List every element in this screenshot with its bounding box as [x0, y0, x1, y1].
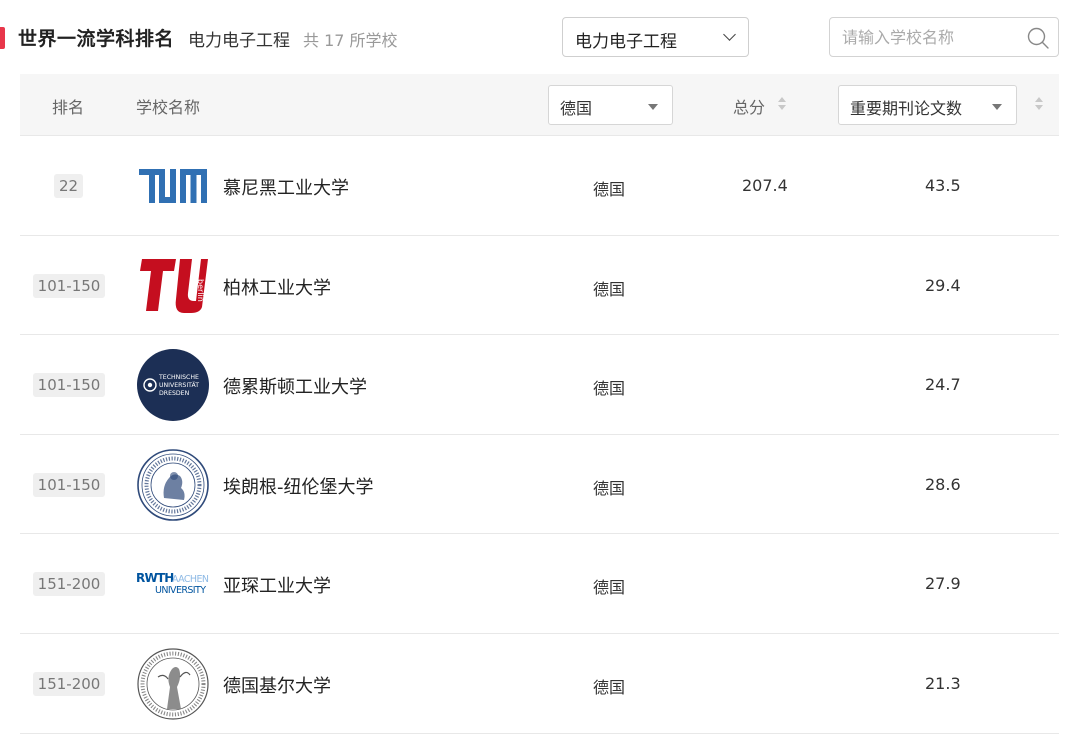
search-box[interactable]	[829, 17, 1059, 57]
fau-seal-logo	[137, 448, 209, 521]
kiel-seal-logo	[137, 648, 209, 720]
table-row[interactable]: 101-150 berlin 柏林工业大学 德国 29.4	[20, 236, 1059, 336]
title-accent-bar	[0, 27, 5, 49]
university-name[interactable]: 德国基尔大学	[223, 672, 331, 698]
table-row[interactable]: 101-150 埃朗根-纽伦堡大学 德国 28.6	[20, 435, 1059, 535]
sort-icon[interactable]	[1034, 97, 1044, 113]
page-title: 世界一流学科排名	[18, 28, 175, 50]
logo-text: berlin	[196, 279, 205, 302]
chevron-down-icon	[723, 28, 736, 41]
rank-badge: 101-150	[33, 373, 105, 398]
sort-icon[interactable]	[777, 97, 787, 113]
column-header-rank: 排名	[52, 98, 85, 117]
tum-logo	[139, 169, 207, 203]
logo-text: UNIVERSITY	[155, 585, 206, 596]
subject-select-value: 电力电子工程	[575, 32, 677, 52]
country-cell: 德国	[593, 379, 626, 399]
page-header: 世界一流学科排名 电力电子工程 共 17 所学校 电力电子工程	[0, 0, 1080, 74]
country-cell: 德国	[593, 478, 626, 498]
caret-down-icon	[648, 104, 658, 110]
search-icon[interactable]	[1026, 26, 1050, 50]
table-row[interactable]: 22 慕尼黑工业大学 德国 207.4 43.5	[20, 136, 1059, 236]
tu-berlin-logo: berlin	[140, 258, 208, 313]
table-row[interactable]: 151-200 RWTH AACHEN UNIVERSITY 亚琛工业大学 德国…	[20, 534, 1059, 634]
search-input[interactable]	[842, 26, 1022, 48]
university-name[interactable]: 德累斯顿工业大学	[223, 373, 367, 399]
university-name[interactable]: 柏林工业大学	[223, 274, 331, 300]
rank-badge: 151-200	[33, 671, 105, 696]
metric-score-cell: 28.6	[925, 474, 961, 494]
table-row[interactable]: 101-150 TECHNISCHE UNIVERSITÄT DRESDEN 德…	[20, 335, 1059, 435]
column-header-name: 学校名称	[136, 98, 201, 117]
metric-score-cell: 29.4	[925, 275, 961, 295]
rank-badge: 151-200	[33, 572, 105, 597]
country-cell: 德国	[593, 677, 626, 697]
tu-dresden-logo: TECHNISCHE UNIVERSITÄT DRESDEN	[137, 349, 209, 422]
subject-name: 电力电子工程	[188, 31, 290, 51]
logo-text: UNIVERSITÄT	[159, 380, 199, 389]
ranking-table-body: 22 慕尼黑工业大学 德国 207.4 43.5 101-150 berlin …	[20, 136, 1059, 734]
rank-badge: 101-150	[33, 472, 105, 497]
school-count: 共 17 所学校	[303, 31, 398, 50]
metric-score-cell: 24.7	[925, 375, 961, 395]
logo-text: AACHEN	[172, 574, 209, 585]
subject-select[interactable]: 电力电子工程	[562, 17, 749, 57]
country-cell: 德国	[593, 279, 626, 299]
country-cell: 德国	[593, 180, 626, 199]
table-header: 排名 学校名称 德国 总分 重要期刊论文数	[20, 74, 1059, 136]
metric-filter-select[interactable]: 重要期刊论文数	[838, 85, 1017, 125]
sort-down-icon	[778, 105, 786, 110]
country-filter-value: 德国	[560, 99, 593, 118]
university-name[interactable]: 埃朗根-纽伦堡大学	[223, 473, 374, 499]
total-score-cell: 207.4	[742, 176, 788, 195]
country-cell: 德国	[593, 578, 626, 598]
sort-up-icon	[778, 97, 786, 102]
metric-score-cell: 27.9	[925, 574, 961, 594]
logo-text: DRESDEN	[159, 390, 190, 397]
logo-text: TECHNISCHE	[158, 374, 199, 381]
university-name[interactable]: 亚琛工业大学	[223, 572, 331, 598]
sort-down-icon	[1035, 105, 1043, 110]
metric-score-cell: 21.3	[925, 673, 961, 693]
country-filter-select[interactable]: 德国	[548, 85, 673, 125]
logo-text: RWTH	[136, 571, 174, 585]
sort-up-icon	[1035, 97, 1043, 102]
university-name[interactable]: 慕尼黑工业大学	[223, 174, 349, 200]
column-header-total[interactable]: 总分	[733, 94, 765, 118]
metric-score-cell: 43.5	[925, 176, 961, 195]
metric-filter-value: 重要期刊论文数	[850, 99, 963, 118]
caret-down-icon	[992, 104, 1002, 110]
rank-badge: 101-150	[33, 273, 105, 298]
rank-badge: 22	[54, 174, 83, 198]
rwth-logo: RWTH AACHEN UNIVERSITY	[136, 571, 209, 596]
table-row[interactable]: 151-200 德国基尔大学 德国 21.3	[20, 634, 1059, 734]
